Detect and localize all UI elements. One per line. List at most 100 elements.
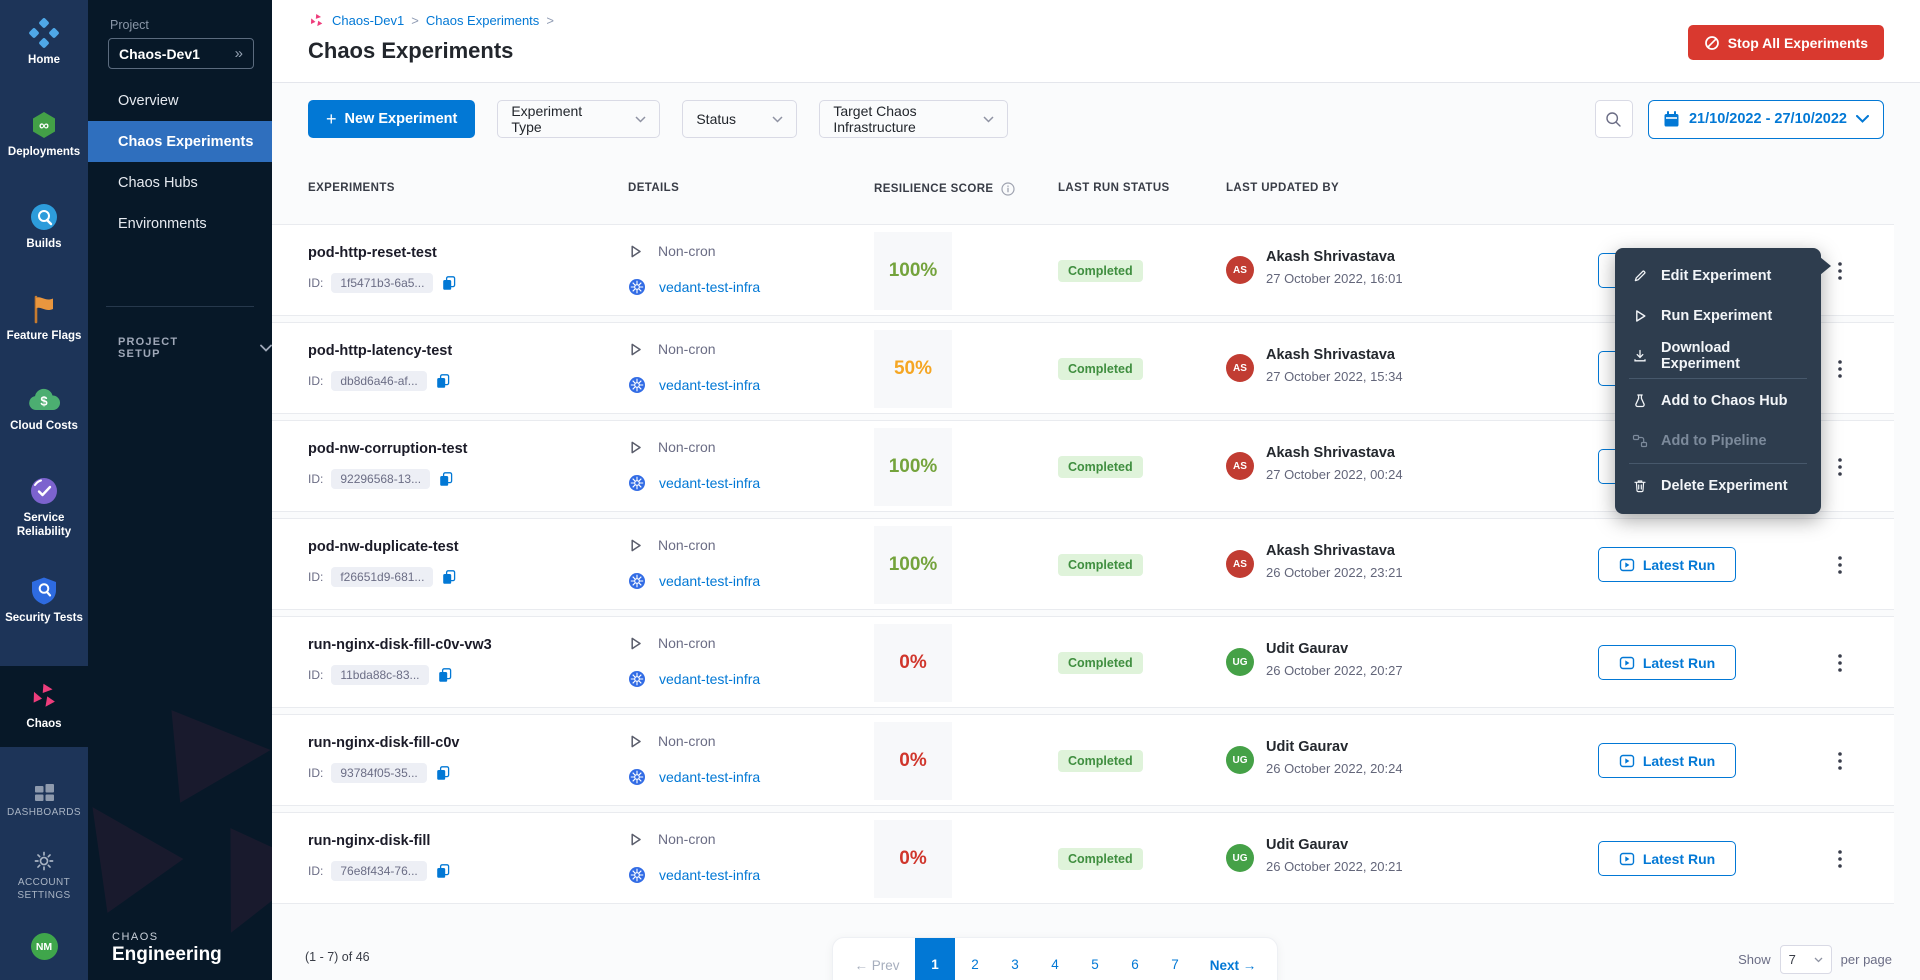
copy-icon[interactable]	[435, 373, 451, 390]
infra-link[interactable]: vedant-test-infra	[659, 377, 760, 393]
latest-run-button[interactable]: Latest Run	[1598, 547, 1736, 582]
experiment-id-line: ID: 11bda88c-83...	[308, 665, 453, 685]
status-badge: Completed	[1058, 554, 1143, 576]
copy-icon[interactable]	[441, 275, 457, 292]
info-icon[interactable]	[1001, 182, 1015, 196]
date-range-picker[interactable]: 21/10/2022 - 27/10/2022	[1648, 100, 1884, 139]
latest-run-button[interactable]: Latest Run	[1598, 645, 1736, 680]
page-title: Chaos Experiments	[308, 38, 513, 64]
nav-cloud-costs[interactable]: $ Cloud Costs	[0, 386, 88, 433]
page-button-5[interactable]: 5	[1075, 937, 1115, 980]
sidebar-item-environments[interactable]: Environments	[88, 203, 272, 244]
filter-experiment-type[interactable]: Experiment Type	[497, 100, 660, 138]
resilience-score: 100%	[874, 428, 952, 506]
breadcrumb-project-link[interactable]: Chaos-Dev1	[332, 13, 404, 28]
row-options-kebab[interactable]	[1828, 842, 1852, 876]
new-experiment-button[interactable]: + New Experiment	[308, 100, 475, 138]
page-button-1[interactable]: 1	[915, 937, 955, 980]
project-selector[interactable]: Chaos-Dev1 »	[108, 38, 254, 69]
copy-icon[interactable]	[438, 471, 454, 488]
menu-item-run-experiment[interactable]: Run Experiment	[1615, 296, 1821, 336]
next-page-button[interactable]: Next →	[1195, 958, 1271, 973]
chevron-down-icon	[983, 116, 994, 123]
experiment-name[interactable]: pod-http-reset-test	[308, 245, 437, 261]
experiment-id-line: ID: 1f5471b3-6a5...	[308, 273, 457, 293]
row-options-kebab[interactable]	[1828, 352, 1852, 386]
infra-link[interactable]: vedant-test-infra	[659, 279, 760, 295]
experiment-name[interactable]: pod-http-latency-test	[308, 343, 452, 359]
user-avatar: UG	[1226, 844, 1254, 872]
nav-security-tests[interactable]: Security Tests	[0, 576, 88, 625]
page-button-4[interactable]: 4	[1035, 937, 1075, 980]
stop-all-experiments-button[interactable]: Stop All Experiments	[1688, 25, 1884, 60]
experiment-schedule: Non-cron	[628, 243, 716, 259]
chevron-down-icon	[260, 344, 272, 352]
filter-status[interactable]: Status	[682, 100, 797, 138]
nav-service-reliability[interactable]: Service Reliability	[0, 476, 88, 540]
row-options-kebab[interactable]	[1828, 646, 1852, 680]
nav-home[interactable]: Home	[0, 18, 88, 67]
copy-icon[interactable]	[435, 863, 451, 880]
sidebar-item-chaos-hubs[interactable]: Chaos Hubs	[88, 162, 272, 203]
page-size-select[interactable]: 7	[1780, 945, 1832, 974]
menu-item-add-to-chaos-hub[interactable]: Add to Chaos Hub	[1615, 381, 1821, 421]
filter-target-chaos-infrastructure[interactable]: Target Chaos Infrastructure	[819, 100, 1008, 138]
menu-item-download-experiment[interactable]: Download Experiment	[1615, 336, 1821, 376]
menu-item-edit-experiment[interactable]: Edit Experiment	[1615, 256, 1821, 296]
infra-link[interactable]: vedant-test-infra	[659, 769, 760, 785]
row-options-kebab[interactable]	[1828, 450, 1852, 484]
pagination: ← Prev 1 2 3 4 5 6 7 Next →	[832, 937, 1278, 980]
sidebar-item-overview[interactable]: Overview	[88, 80, 272, 121]
nav-deployments[interactable]: ∞ Deployments	[0, 110, 88, 159]
search-button[interactable]	[1595, 100, 1633, 138]
infra-link[interactable]: vedant-test-infra	[659, 671, 760, 687]
row-options-kebab[interactable]	[1828, 744, 1852, 778]
svg-text:∞: ∞	[39, 117, 49, 133]
column-last-run-status: LAST RUN STATUS	[1058, 182, 1170, 194]
project-setup-toggle[interactable]: PROJECT SETUP	[118, 336, 272, 360]
experiment-name[interactable]: run-nginx-disk-fill	[308, 833, 430, 849]
nav-builds[interactable]: Builds	[0, 202, 88, 251]
page-button-2[interactable]: 2	[955, 937, 995, 980]
row-options-kebab[interactable]	[1828, 254, 1852, 288]
experiment-name[interactable]: run-nginx-disk-fill-c0v-vw3	[308, 637, 492, 653]
menu-item-add-to-pipeline[interactable]: Add to Pipeline	[1615, 421, 1821, 461]
page-button-6[interactable]: 6	[1115, 937, 1155, 980]
page-button-3[interactable]: 3	[995, 937, 1035, 980]
nav-chaos[interactable]: Chaos	[0, 666, 88, 747]
row-options-kebab[interactable]	[1828, 548, 1852, 582]
nav-feature-flags[interactable]: Feature Flags	[0, 294, 88, 343]
sidebar-item-chaos-experiments[interactable]: Chaos Experiments	[88, 121, 272, 162]
infra-link[interactable]: vedant-test-infra	[659, 867, 760, 883]
latest-run-icon	[1619, 851, 1635, 867]
kubernetes-icon	[628, 670, 646, 688]
breadcrumb-page-link[interactable]: Chaos Experiments	[426, 13, 539, 28]
infra-link[interactable]: vedant-test-infra	[659, 573, 760, 589]
user-avatar[interactable]: NM	[0, 933, 88, 960]
play-outline-icon	[628, 734, 643, 749]
latest-run-button[interactable]: Latest Run	[1598, 841, 1736, 876]
module-nav: Home ∞ Deployments Builds Feature Flags …	[0, 0, 88, 980]
copy-icon[interactable]	[435, 765, 451, 782]
divider	[106, 306, 254, 307]
experiment-name[interactable]: pod-nw-corruption-test	[308, 441, 467, 457]
latest-run-button[interactable]: Latest Run	[1598, 743, 1736, 778]
experiment-name[interactable]: run-nginx-disk-fill-c0v	[308, 735, 459, 751]
last-updated-time: 26 October 2022, 20:24	[1266, 761, 1403, 776]
dashboards-icon	[34, 783, 55, 802]
prev-page-button[interactable]: ← Prev	[839, 958, 915, 973]
menu-item-delete-experiment[interactable]: Delete Experiment	[1615, 466, 1821, 506]
copy-icon[interactable]	[437, 667, 453, 684]
nav-dashboards[interactable]: DASHBOARDS	[0, 783, 88, 820]
infra-link[interactable]: vedant-test-infra	[659, 475, 760, 491]
copy-icon[interactable]	[441, 569, 457, 586]
status-badge: Completed	[1058, 456, 1143, 478]
expand-icon: »	[235, 45, 243, 62]
experiment-name[interactable]: pod-nw-duplicate-test	[308, 539, 459, 555]
home-icon	[29, 18, 59, 48]
page-button-7[interactable]: 7	[1155, 937, 1195, 980]
pencil-icon	[1632, 268, 1648, 284]
nav-account-settings[interactable]: ACCOUNT SETTINGS	[0, 850, 88, 902]
project-label: Project	[110, 18, 149, 32]
table-row: pod-nw-duplicate-test ID: f26651d9-681..…	[272, 518, 1894, 610]
